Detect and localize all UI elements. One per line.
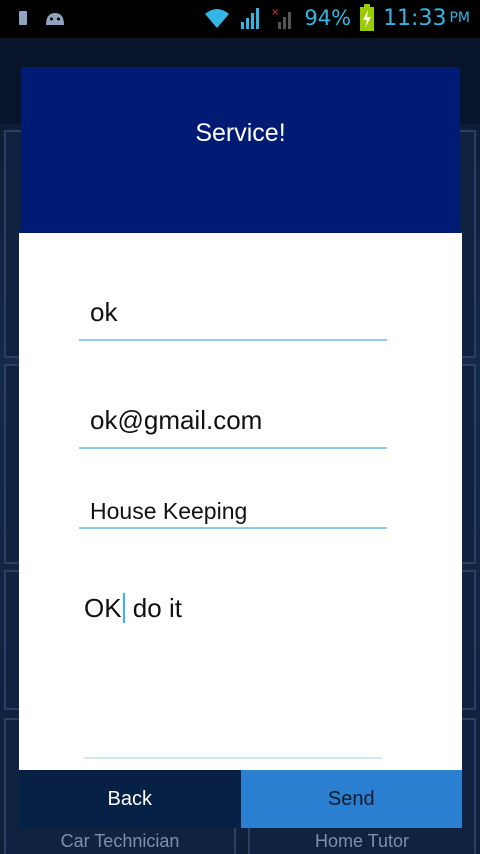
no-signal-icon: × <box>271 7 292 29</box>
battery-percentage: 94% <box>304 6 352 30</box>
name-field-value: ok <box>90 297 118 327</box>
back-button[interactable]: Back <box>19 770 241 828</box>
wifi-icon <box>205 9 230 28</box>
status-bar: × 94% 11:33 PM <box>0 0 480 38</box>
email-field-value: ok@gmail.com <box>90 405 263 435</box>
send-button[interactable]: Send <box>240 770 462 828</box>
message-field-value: OK do it <box>84 593 182 624</box>
name-field[interactable]: ok <box>79 289 387 341</box>
signal-icon <box>241 8 260 29</box>
email-field[interactable]: ok@gmail.com <box>79 395 387 449</box>
message-text-before-cursor: OK <box>84 593 122 623</box>
background-tile-label: Car Technician <box>60 831 180 851</box>
service-field-value: House Keeping <box>90 498 248 524</box>
dialog-title-bar: Service! <box>21 67 460 233</box>
android-debug-icon <box>46 13 64 25</box>
clock: 11:33 <box>383 5 447 31</box>
notification-icons <box>18 9 66 27</box>
dialog-form: ok ok@gmail.com House Keeping OK do it <box>19 233 462 770</box>
text-cursor <box>122 593 125 623</box>
battery-charging-icon <box>360 4 375 31</box>
sd-card-icon <box>19 11 27 25</box>
service-dialog: Service! ok ok@gmail.com House Keeping O… <box>19 67 462 828</box>
dialog-title: Service! <box>195 119 286 147</box>
dialog-button-row: Back Send <box>19 770 462 828</box>
message-text-after-cursor: do it <box>125 593 182 623</box>
message-field[interactable]: OK do it <box>84 583 382 759</box>
system-icons: × 94% 11:33 PM <box>202 4 470 32</box>
service-field[interactable]: House Keeping <box>79 498 387 529</box>
background-tile-label: Home Tutor <box>314 831 410 851</box>
svg-text:×: × <box>271 7 279 18</box>
clock-ampm: PM <box>449 10 470 26</box>
